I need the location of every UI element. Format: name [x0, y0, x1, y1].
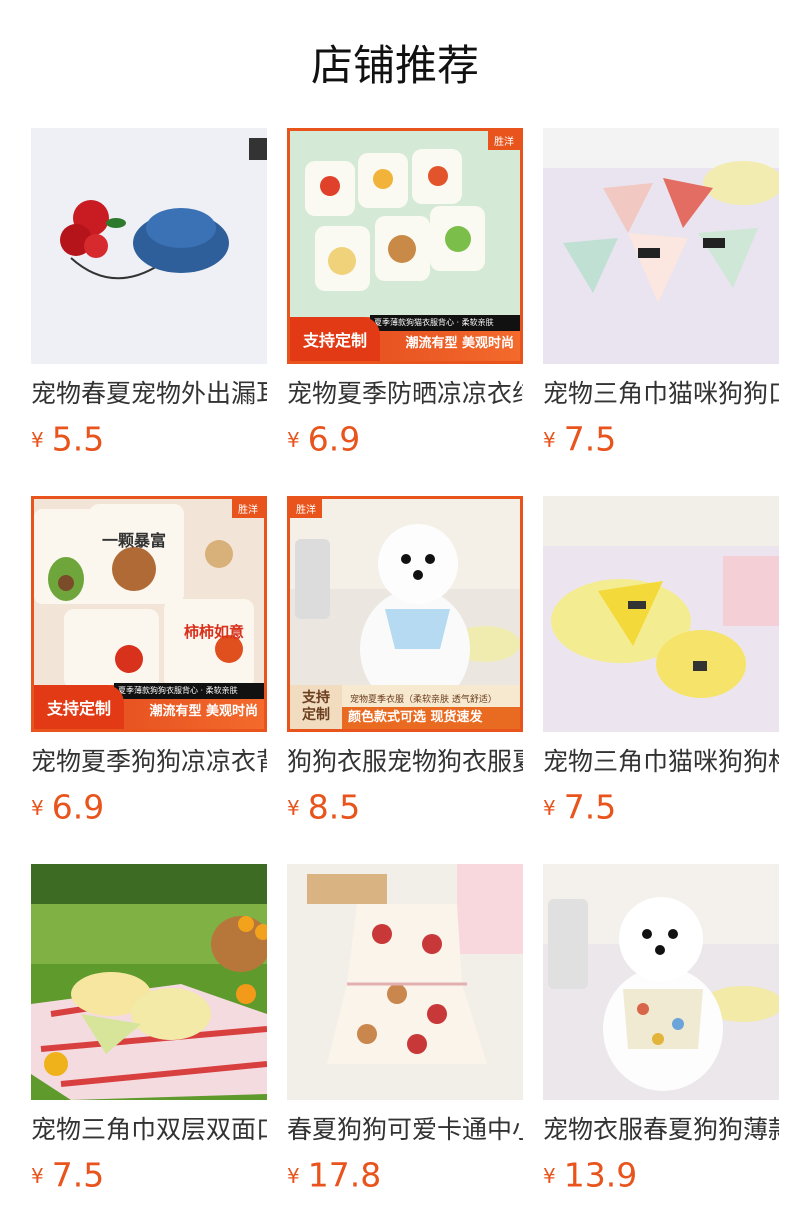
product-image[interactable]: 胜洋 夏季薄款狗猫衣服背心 · 柔软亲肤 支持定制 潮流有型 美观时尚	[287, 128, 523, 364]
product-price: ¥7.5	[543, 418, 779, 460]
price-value: 6.9	[307, 419, 361, 459]
price-value: 8.5	[307, 787, 361, 827]
price-value: 7.5	[563, 787, 617, 827]
product-price: ¥6.9	[287, 418, 523, 460]
promo-main: 支持定制	[34, 685, 124, 729]
product-card[interactable]: 宠物三角巾猫咪狗狗口水巾 ¥7.5	[543, 128, 779, 496]
product-card[interactable]: 胜洋 支持定制 宠物夏季衣服（柔软亲肤 透气舒适） 颜色款式可选 现货速发 狗狗…	[287, 496, 523, 864]
product-image[interactable]	[31, 128, 267, 364]
product-price: ¥7.5	[543, 786, 779, 828]
currency-symbol: ¥	[543, 427, 556, 452]
promo-subtitle: 宠物夏季衣服（柔软亲肤 透气舒适）	[350, 695, 497, 705]
currency-symbol: ¥	[31, 427, 44, 452]
product-card[interactable]: 宠物三角巾猫咪狗狗格子口水巾 ¥7.5	[543, 496, 779, 864]
product-image[interactable]	[543, 128, 779, 364]
product-card[interactable]: 春夏狗狗可爱卡通中小型犬裙子 ¥17.8	[287, 864, 523, 1232]
product-price: ¥7.5	[31, 1154, 267, 1196]
product-name[interactable]: 宠物春夏宠物外出漏耳帽	[31, 376, 267, 412]
currency-symbol: ¥	[31, 1163, 44, 1188]
currency-symbol: ¥	[287, 427, 300, 452]
price-value: 17.8	[307, 1155, 382, 1195]
product-image[interactable]	[31, 864, 267, 1100]
promo-subtitle: 夏季薄款狗狗衣服背心 · 柔软亲肤	[114, 683, 264, 699]
shop-tag: 胜洋	[488, 131, 520, 150]
product-name[interactable]: 宠物衣服春夏狗狗薄款衬衫	[543, 1112, 779, 1148]
currency-symbol: ¥	[287, 1163, 300, 1188]
product-price: ¥13.9	[543, 1154, 779, 1196]
art-text: 一颗暴富	[102, 531, 167, 550]
price-value: 7.5	[51, 1155, 105, 1195]
product-name[interactable]: 春夏狗狗可爱卡通中小型犬裙子	[287, 1112, 523, 1148]
product-image[interactable]	[543, 864, 779, 1100]
promo-slogan: 潮流有型 美观时尚	[149, 704, 258, 719]
product-grid: 宠物春夏宠物外出漏耳帽 ¥5.5 胜洋	[31, 128, 779, 1232]
price-value: 6.9	[51, 787, 105, 827]
promo-main: 支持定制	[290, 685, 342, 729]
product-name[interactable]: 宠物夏季狗狗凉凉衣背心	[31, 744, 267, 780]
promo-subtitle: 夏季薄款狗猫衣服背心 · 柔软亲肤	[370, 315, 520, 331]
product-card[interactable]: 胜洋 夏季薄款狗猫衣服背心 · 柔软亲肤 支持定制 潮流有型 美观时尚 宠物夏季…	[287, 128, 523, 496]
product-image[interactable]: 一颗暴富 柿柿如意 胜洋 夏季薄款狗狗衣服背心 · 柔软亲肤 支持定制 潮流有型…	[31, 496, 267, 732]
currency-symbol: ¥	[543, 1163, 556, 1188]
product-name[interactable]: 狗狗衣服宠物狗衣服夏季薄款	[287, 744, 523, 780]
promo-slogan: 潮流有型 美观时尚	[405, 336, 514, 351]
currency-symbol: ¥	[287, 795, 300, 820]
page-title: 店铺推荐	[310, 41, 479, 90]
product-image[interactable]	[543, 496, 779, 732]
price-value: 7.5	[563, 419, 617, 459]
shop-tag: 胜洋	[232, 499, 264, 518]
product-image[interactable]	[287, 864, 523, 1100]
product-card[interactable]: 宠物三角巾双层双面口水巾 ¥7.5	[31, 864, 267, 1232]
art-text: 柿柿如意	[184, 623, 245, 641]
price-value: 5.5	[51, 419, 105, 459]
product-price: ¥8.5	[287, 786, 523, 828]
product-image[interactable]: 胜洋 支持定制 宠物夏季衣服（柔软亲肤 透气舒适） 颜色款式可选 现货速发	[287, 496, 523, 732]
shop-tag: 胜洋	[290, 499, 322, 518]
product-price: ¥17.8	[287, 1154, 523, 1196]
product-card[interactable]: 一颗暴富 柿柿如意 胜洋 夏季薄款狗狗衣服背心 · 柔软亲肤 支持定制 潮流有型…	[31, 496, 267, 864]
product-name[interactable]: 宠物三角巾猫咪狗狗口水巾	[543, 376, 779, 412]
product-card[interactable]: 宠物春夏宠物外出漏耳帽 ¥5.5	[31, 128, 267, 496]
product-price: ¥5.5	[31, 418, 267, 460]
product-card[interactable]: 宠物衣服春夏狗狗薄款衬衫 ¥13.9	[543, 864, 779, 1232]
price-value: 13.9	[563, 1155, 638, 1195]
product-name[interactable]: 宠物三角巾猫咪狗狗格子口水巾	[543, 744, 779, 780]
currency-symbol: ¥	[543, 795, 556, 820]
promo-slogan: 颜色款式可选 现货速发	[342, 707, 520, 729]
product-name[interactable]: 宠物夏季防晒凉凉衣纯棉背心	[287, 376, 523, 412]
currency-symbol: ¥	[31, 795, 44, 820]
product-name[interactable]: 宠物三角巾双层双面口水巾	[31, 1112, 267, 1148]
promo-main: 支持定制	[290, 317, 380, 361]
product-price: ¥6.9	[31, 786, 267, 828]
